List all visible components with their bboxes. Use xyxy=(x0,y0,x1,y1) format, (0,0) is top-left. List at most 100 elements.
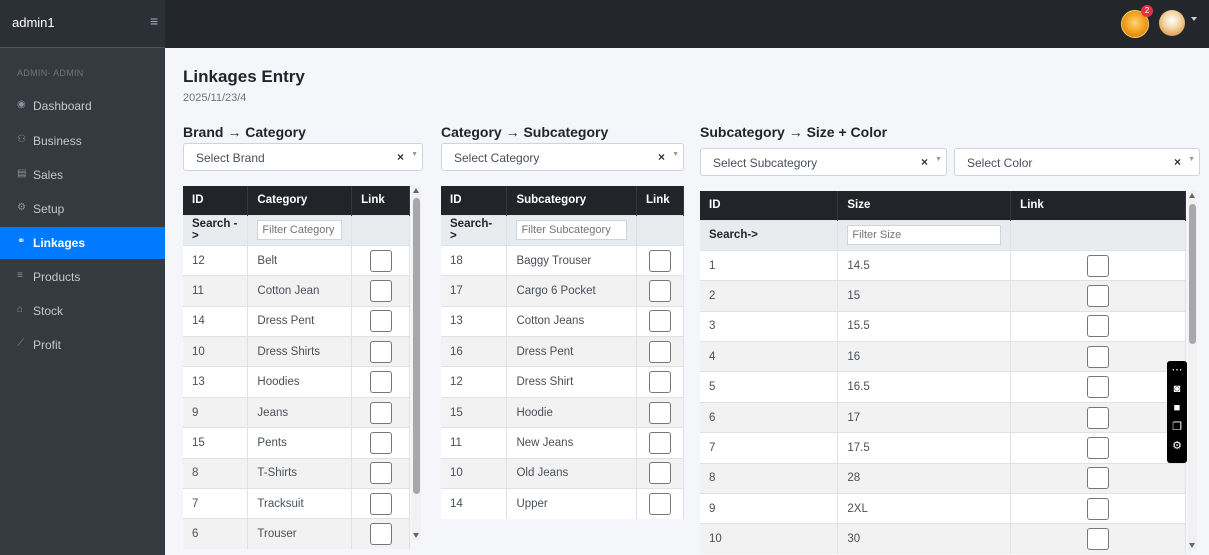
sidebar-item-dashboard[interactable]: ◉ Dashboard xyxy=(0,90,165,122)
color-select[interactable]: Select Color × ▼ xyxy=(954,148,1200,176)
filter-input[interactable] xyxy=(516,220,628,241)
user-avatar-icon[interactable] xyxy=(1159,10,1185,36)
link-checkbox[interactable] xyxy=(649,310,672,333)
dropdown-icon[interactable]: ▼ xyxy=(1188,156,1195,163)
filter-cell xyxy=(506,214,638,246)
sidebar-item-profit[interactable]: ⟋ Profit xyxy=(0,329,165,361)
camera-icon[interactable]: ◙ xyxy=(1167,380,1187,399)
link-cell xyxy=(1010,523,1186,555)
link-checkbox[interactable] xyxy=(649,462,672,485)
link-checkbox[interactable] xyxy=(369,340,392,363)
row-id: 12 xyxy=(441,366,508,398)
link-checkbox[interactable] xyxy=(1087,497,1110,520)
subcategory-select-value: Select Subcategory xyxy=(713,156,818,170)
brand-category-table: IDCategoryLink Search ->12Belt11Cotton Je… xyxy=(183,186,410,550)
link-checkbox[interactable] xyxy=(1087,406,1110,429)
row-name: Jeans xyxy=(247,396,353,428)
scroll-down-icon[interactable] xyxy=(1189,543,1195,548)
table-row: 13 Hoodies xyxy=(183,366,410,398)
sidebar-item-business[interactable]: ⚇ Business xyxy=(0,125,165,157)
link-checkbox[interactable] xyxy=(369,310,392,333)
link-checkbox[interactable] xyxy=(649,279,672,302)
clear-icon[interactable]: × xyxy=(658,150,665,164)
link-checkbox[interactable] xyxy=(369,462,392,485)
link-checkbox[interactable] xyxy=(1087,376,1110,399)
row-id: 10 xyxy=(441,457,508,489)
link-checkbox[interactable] xyxy=(1087,254,1110,277)
more-icon[interactable]: ⋯ xyxy=(1167,361,1187,380)
sidebar-item-sales[interactable]: ▤ Sales xyxy=(0,159,165,191)
dashboard-icon: ◉ xyxy=(17,99,26,110)
scroll-up-icon[interactable] xyxy=(413,188,419,193)
link-checkbox[interactable] xyxy=(369,249,392,272)
video-icon[interactable]: ■ xyxy=(1167,399,1187,418)
link-checkbox[interactable] xyxy=(1087,345,1110,368)
row-id: 15 xyxy=(441,396,508,428)
brand-category-scrollbar[interactable] xyxy=(412,186,421,540)
filter-input[interactable] xyxy=(847,225,1002,246)
link-checkbox[interactable] xyxy=(649,492,672,515)
link-checkbox[interactable] xyxy=(369,371,392,394)
row-id: 12 xyxy=(183,244,249,276)
dropdown-icon[interactable]: ▼ xyxy=(672,151,679,158)
sidebar-item-stock[interactable]: ⌂ Stock xyxy=(0,295,165,327)
size-table-scrollbar[interactable] xyxy=(1188,191,1197,550)
scroll-up-icon[interactable] xyxy=(1189,193,1195,198)
link-checkbox[interactable] xyxy=(1087,528,1110,551)
link-checkbox[interactable] xyxy=(1087,284,1110,307)
link-checkbox[interactable] xyxy=(1087,467,1110,490)
link-checkbox[interactable] xyxy=(369,523,392,546)
category-subcategory-heading: Category → Subcategory xyxy=(441,124,609,140)
scroll-thumb[interactable] xyxy=(413,198,420,494)
link-checkbox[interactable] xyxy=(369,401,392,424)
dropdown-icon[interactable]: ▼ xyxy=(935,156,942,163)
link-cell xyxy=(351,305,410,337)
sidebar-item-linkages[interactable]: ⚭ Linkages xyxy=(0,227,165,259)
scroll-down-icon[interactable] xyxy=(413,533,419,538)
dropdown-icon[interactable]: ▼ xyxy=(411,151,418,158)
link-checkbox[interactable] xyxy=(649,249,672,272)
link-checkbox[interactable] xyxy=(1087,436,1110,459)
row-id: 5 xyxy=(700,371,839,403)
link-checkbox[interactable] xyxy=(1087,315,1110,338)
category-select[interactable]: Select Category × ▼ xyxy=(441,143,684,171)
link-checkbox[interactable] xyxy=(369,431,392,454)
table-row: 8 28 xyxy=(700,462,1186,494)
row-name: Cotton Jean xyxy=(247,275,353,307)
sidebar-item-label: Profit xyxy=(33,338,62,352)
subcategory-select[interactable]: Select Subcategory × ▼ xyxy=(700,148,947,176)
cart-icon: ▤ xyxy=(17,168,27,179)
row-name: Old Jeans xyxy=(506,457,638,489)
link-cell xyxy=(636,366,684,398)
row-name: 2XL xyxy=(837,493,1012,524)
caret-down-icon[interactable] xyxy=(1191,17,1197,21)
settings-icon[interactable]: ⚙ xyxy=(1167,437,1187,456)
table-row: 10 Old Jeans xyxy=(441,457,684,489)
scroll-thumb[interactable] xyxy=(1189,204,1196,344)
table-row: 1 14.5 xyxy=(700,249,1186,281)
hamburger-icon[interactable]: ≡ xyxy=(150,13,158,29)
sidebar-role: ADMIN- ADMIN xyxy=(17,68,84,78)
copy-icon[interactable]: ❐ xyxy=(1167,418,1187,437)
row-name: 16 xyxy=(837,341,1012,372)
link-checkbox[interactable] xyxy=(649,431,672,454)
link-checkbox[interactable] xyxy=(369,279,392,302)
link-checkbox[interactable] xyxy=(649,340,672,363)
clear-icon[interactable]: × xyxy=(397,150,404,164)
clear-icon[interactable]: × xyxy=(1174,155,1181,169)
sidebar-item-products[interactable]: ≡ Products xyxy=(0,261,165,293)
clear-icon[interactable]: × xyxy=(921,155,928,169)
brand-select[interactable]: Select Brand × ▼ xyxy=(183,143,423,171)
row-name: Dress Shirts xyxy=(247,336,353,367)
sidebar-item-setup[interactable]: ⚙ Setup xyxy=(0,193,165,225)
sidebar-item-label: Business xyxy=(33,134,82,148)
table-row: 12 Belt xyxy=(183,244,410,276)
link-checkbox[interactable] xyxy=(649,371,672,394)
table-row: 10 30 xyxy=(700,523,1186,555)
link-cell xyxy=(351,336,410,367)
link-checkbox[interactable] xyxy=(369,492,392,515)
filter-input[interactable] xyxy=(257,220,343,241)
table-row: 17 Cargo 6 Pocket xyxy=(441,275,684,307)
link-checkbox[interactable] xyxy=(649,401,672,424)
row-id: 8 xyxy=(183,457,249,489)
